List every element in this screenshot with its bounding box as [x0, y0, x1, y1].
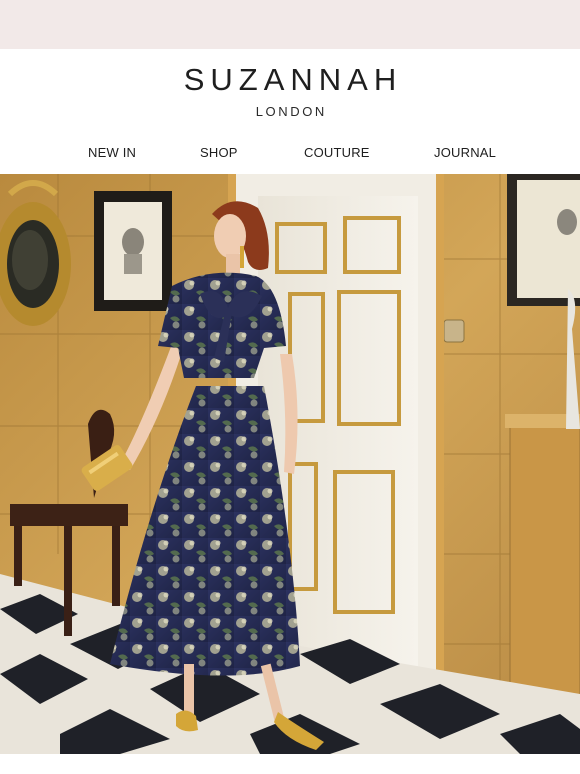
hero-photo-illustration [0, 174, 580, 754]
framed-print-right [507, 174, 580, 306]
brand-logo-wordmark[interactable]: SUZANNAH [0, 62, 580, 98]
nav-item-couture[interactable]: COUTURE [304, 145, 370, 160]
bottom-spacer [0, 754, 580, 774]
brand-location: LONDON [255, 104, 327, 119]
brand-header[interactable]: SUZANNAH LONDON [0, 49, 580, 129]
main-navigation: NEW IN SHOP COUTURE JOURNAL [0, 129, 580, 174]
framed-portrait-print [94, 191, 172, 311]
nav-item-shop[interactable]: SHOP [200, 145, 238, 160]
nav-item-journal[interactable]: JOURNAL [434, 145, 496, 160]
hero-image[interactable] [0, 174, 580, 754]
nav-item-new-in[interactable]: NEW IN [88, 145, 136, 160]
top-banner-strip [0, 0, 580, 49]
light-switch [443, 319, 465, 343]
